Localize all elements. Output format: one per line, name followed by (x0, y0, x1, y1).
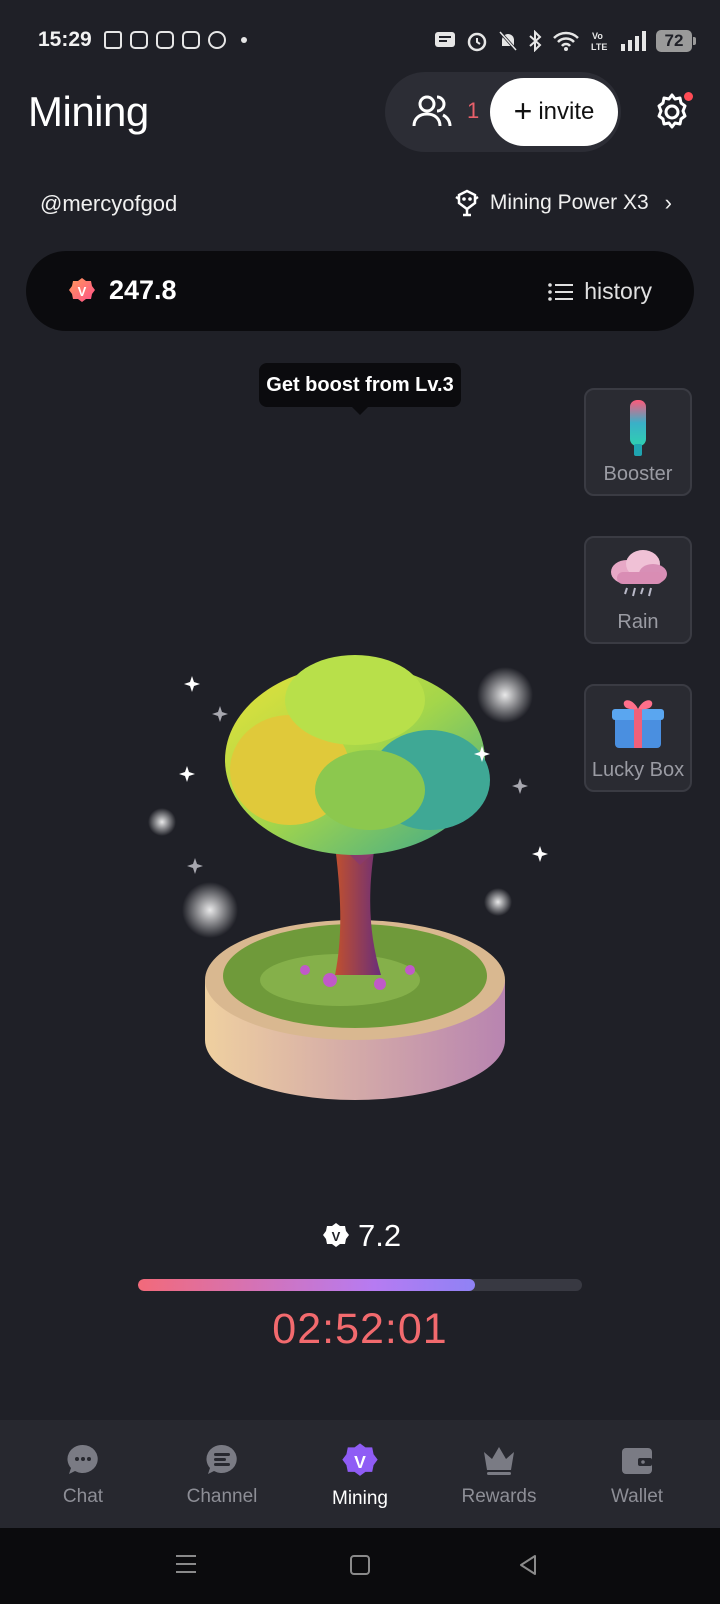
rain-button[interactable]: Rain (584, 536, 692, 644)
nav-mining-label: Mining (332, 1488, 388, 1509)
wifi-icon (553, 31, 579, 51)
boost-tooltip: Get boost from Lv.3 (259, 363, 461, 415)
message-icon (435, 32, 455, 47)
instagram-icon (182, 31, 200, 49)
svg-text:V: V (78, 284, 87, 299)
bluetooth-icon (529, 30, 542, 52)
instagram-icon (130, 31, 148, 49)
invite-button[interactable]: + invite (490, 78, 618, 146)
nav-channel-label: Channel (186, 1486, 258, 1507)
nav-mining[interactable]: V Mining (288, 1420, 432, 1528)
facebook-icon (104, 31, 122, 49)
friends-count: 1 (467, 98, 480, 123)
rain-cloud-icon (611, 550, 667, 597)
mining-reward: V 7.2 (322, 1218, 401, 1254)
recents-menu-icon[interactable] (175, 1554, 197, 1574)
battery-icon: 72 (656, 30, 696, 52)
nav-chat-label: Chat (62, 1486, 104, 1507)
volte-icon: VoLTE (591, 31, 607, 52)
nav-rewards[interactable]: Rewards (427, 1420, 571, 1528)
status-bar: 15:29 Vo LTE 72 (0, 0, 720, 84)
mining-power-link[interactable]: Mining Power X3 › (454, 189, 672, 217)
nav-wallet-label: Wallet (610, 1486, 664, 1507)
instagram-icon (156, 31, 174, 49)
notification-badge (684, 92, 693, 101)
svg-text:LTE: LTE (591, 42, 607, 52)
chat-bubble-icon (67, 1444, 98, 1474)
robot-icon (455, 189, 479, 217)
muted-bell-icon (498, 31, 518, 51)
balance-value: 247.8 (109, 275, 177, 305)
history-button[interactable]: history (548, 278, 652, 305)
svg-text:V: V (354, 1452, 366, 1472)
mining-progress-bar (138, 1279, 582, 1291)
home-icon[interactable] (349, 1554, 371, 1576)
invite-label: invite (538, 98, 595, 125)
mining-power-label: Mining Power X3 (489, 191, 649, 214)
username: @mercyofgod (40, 191, 178, 216)
v-coin-icon: V (342, 1443, 378, 1476)
signal-icon (621, 31, 646, 51)
mining-tree-illustration[interactable] (140, 640, 580, 1120)
svg-text:Vo: Vo (592, 31, 603, 41)
plus-icon: + (513, 92, 533, 129)
bottom-nav: Chat Channel V Mining Rewards Wallet (0, 1420, 720, 1528)
whatsapp-icon (208, 31, 226, 49)
nav-wallet[interactable]: Wallet (565, 1420, 709, 1528)
mining-progress-fill (138, 1279, 476, 1291)
wallet-icon (622, 1448, 652, 1474)
nav-rewards-label: Rewards (461, 1486, 537, 1507)
svg-text:V: V (332, 1229, 341, 1244)
nav-channel[interactable]: Channel (150, 1420, 294, 1528)
chevron-right-icon: › (664, 190, 672, 215)
channel-icon (206, 1444, 237, 1474)
lucky-box-button[interactable]: Lucky Box (584, 684, 692, 792)
lucky-box-label: Lucky Box (591, 759, 685, 781)
friends-icon[interactable] (412, 94, 452, 128)
crown-icon (484, 1447, 514, 1475)
booster-label: Booster (603, 463, 673, 485)
status-time: 15:29 (38, 28, 92, 51)
history-label: history (584, 278, 652, 304)
mining-timer: 02:52:01 (272, 1305, 448, 1353)
reward-value: 7.2 (358, 1218, 402, 1253)
nav-chat[interactable]: Chat (11, 1420, 155, 1528)
list-icon (548, 282, 574, 301)
booster-button[interactable]: Booster (584, 388, 692, 496)
page-title: Mining (28, 88, 149, 135)
rain-label: Rain (617, 611, 659, 633)
gift-box-icon (612, 700, 664, 748)
alarm-icon (467, 32, 487, 52)
status-icons: Vo LTE 72 (434, 26, 696, 56)
back-icon[interactable] (518, 1554, 538, 1576)
system-navigation-bar (0, 1528, 720, 1604)
booster-icon (630, 400, 646, 456)
v-coin-icon: V (69, 278, 95, 302)
v-coin-icon: V (323, 1223, 349, 1247)
notification-dot (241, 37, 247, 43)
